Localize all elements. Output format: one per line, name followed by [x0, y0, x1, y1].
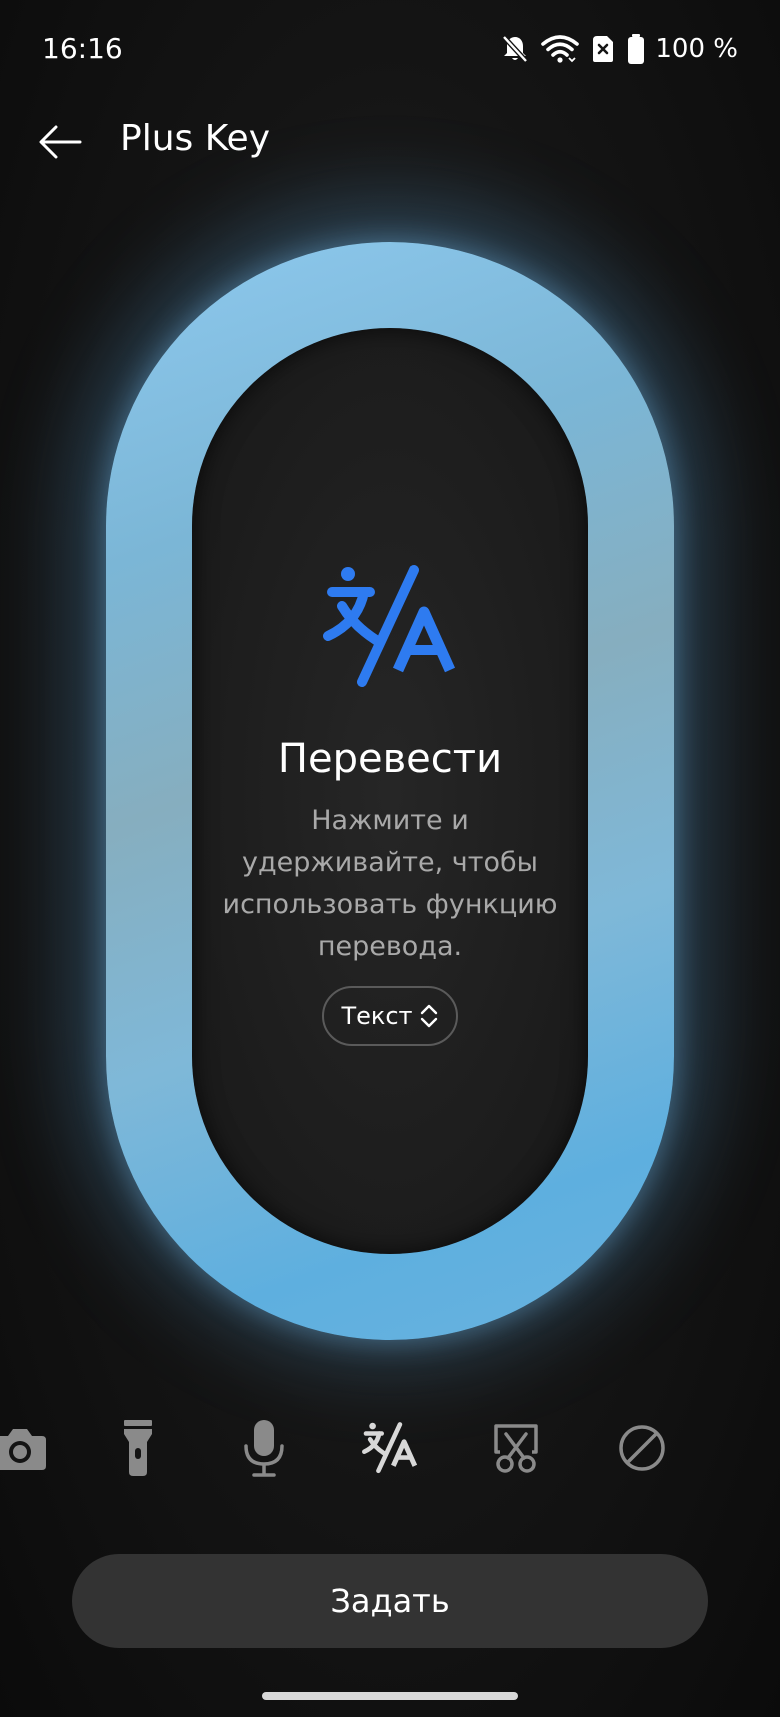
- plus-key-screen: 16:16 100 % Plus Key Перевести Нажмите и…: [0, 0, 780, 1717]
- battery-percentage: 100 %: [655, 34, 738, 64]
- mode-select[interactable]: Текст: [322, 986, 458, 1046]
- page-title: Plus Key: [120, 118, 270, 159]
- battery-icon: [627, 34, 645, 64]
- translate-icon: [362, 1422, 418, 1474]
- feature-description: Нажмите и удерживайте, чтобы использоват…: [222, 805, 558, 962]
- sim-off-icon: [591, 34, 615, 64]
- feature-title: Перевести: [277, 736, 503, 782]
- action-camera[interactable]: [0, 1412, 56, 1484]
- action-selector: [0, 1412, 780, 1484]
- action-flashlight[interactable]: [102, 1412, 174, 1484]
- back-button[interactable]: [28, 110, 92, 174]
- action-translate[interactable]: [354, 1412, 426, 1484]
- wifi-icon: [541, 34, 580, 64]
- set-button-label: Задать: [330, 1582, 450, 1620]
- chevron-up-down-icon: [420, 1004, 437, 1028]
- action-screenshot[interactable]: [480, 1412, 552, 1484]
- block-icon: [619, 1425, 665, 1471]
- camera-icon: [0, 1429, 46, 1470]
- status-bar: 16:16 100 %: [0, 0, 780, 100]
- microphone-icon: [244, 1420, 284, 1477]
- mode-select-value: Текст: [341, 1002, 413, 1030]
- action-none[interactable]: [606, 1412, 678, 1484]
- set-button[interactable]: Задать: [72, 1554, 708, 1648]
- status-time: 16:16: [42, 32, 123, 65]
- flashlight-icon: [124, 1420, 152, 1476]
- screenshot-scissors-icon: [494, 1424, 538, 1473]
- action-voice-recorder[interactable]: [228, 1412, 300, 1484]
- translate-icon: [323, 565, 456, 687]
- arrow-left-icon: [39, 125, 82, 159]
- key-panel: [192, 328, 588, 1254]
- status-icons: 100 %: [501, 30, 738, 68]
- home-indicator[interactable]: [262, 1692, 518, 1700]
- bell-off-icon: [501, 34, 529, 64]
